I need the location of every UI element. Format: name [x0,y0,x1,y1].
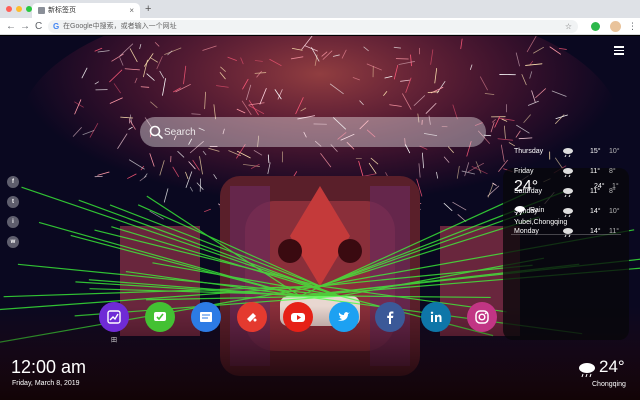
forward-button[interactable]: → [20,20,30,33]
forecast-high: 14° [590,208,601,215]
rain-cloud-icon [579,363,595,378]
window-controls [6,6,32,12]
app-shortcut-label: 田 [110,338,117,344]
address-bar-placeholder: 在Google中搜索，或者输入一个网址 [63,23,177,30]
forecast-day: Sunday [514,208,538,215]
search-icon [149,125,163,139]
forecast-high: 11° [590,188,601,195]
back-button[interactable]: ← [6,20,16,33]
forecast-high: 11° [590,168,601,175]
social-share-column: f t i w [7,176,19,256]
linkedin-shortcut[interactable] [421,302,451,332]
instagram-share-icon[interactable]: i [7,216,19,228]
rain-cloud-icon [563,168,573,177]
tab-new-tab[interactable]: 新标签页 × [32,3,140,18]
weather-panel: 24° 24° 1° Rain Yubei,Chongqing Thursday… [503,148,629,340]
game-controller-shortcut[interactable] [237,302,267,332]
new-tab-page: f t i w 田 12:00 am Friday, March 8, 2019… [0,36,640,400]
app-shortcut-bar: 田 [99,302,499,344]
forecast-row: Friday 11° 8° [514,165,624,179]
stock-chart-shortcut[interactable] [99,302,129,332]
close-window-button[interactable] [6,6,12,12]
rain-cloud-icon [563,188,573,197]
forecast-day: Monday [514,228,539,235]
extension-icon[interactable] [591,22,600,31]
google-icon: G [53,22,60,31]
profile-avatar[interactable] [610,21,621,32]
hamburger-menu-icon[interactable] [614,46,624,55]
browser-toolbar: ← → C G 在Google中搜索，或者输入一个网址 ☆ ⋮ [0,18,640,35]
page-icon [38,7,45,14]
new-tab-button[interactable]: + [145,2,151,16]
rain-cloud-icon [563,208,573,217]
minimize-window-button[interactable] [16,6,22,12]
forecast-day: Saturday [514,188,543,195]
forecast-row: Sunday 14° 10° [514,205,624,219]
forecast-high: 15° [590,148,601,155]
forecast-low: 11° [609,228,620,235]
weather-city: Chongqing [592,381,626,388]
weather-widget[interactable]: 24° Chongqing [577,356,633,390]
bookmark-star-icon[interactable]: ☆ [565,20,572,33]
forecast-row: Thursday 15° 10° [514,145,624,159]
youtube-shortcut[interactable] [283,302,313,332]
check-chat-shortcut[interactable] [145,302,175,332]
forecast-row: Monday 14° 11° [514,225,624,239]
rain-cloud-icon [563,148,573,157]
tab-title: 新标签页 [48,7,76,14]
tab-close-icon[interactable]: × [129,5,134,16]
twitter-share-icon[interactable]: t [7,196,19,208]
address-bar[interactable]: G 在Google中搜索，或者输入一个网址 ☆ [48,20,578,33]
forecast-high: 14° [590,228,601,235]
reload-button[interactable]: C [35,20,42,33]
weibo-share-icon[interactable]: w [7,236,19,248]
rain-cloud-icon [563,228,573,237]
forecast-low: 10° [609,148,620,155]
forecast-day: Thursday [514,148,544,155]
forecast-day: Friday [514,168,534,175]
facebook-share-icon[interactable]: f [7,176,19,188]
facebook-shortcut[interactable] [375,302,405,332]
search-input[interactable] [164,117,464,147]
current-temperature: 24° [599,357,625,376]
search-bar[interactable] [140,117,486,147]
instagram-shortcut[interactable] [467,302,497,332]
browser-menu-icon[interactable]: ⋮ [628,20,637,33]
clock-date: Friday, March 8, 2019 [12,380,80,387]
forecast-low: 10° [609,208,620,215]
forecast-low: 8° [609,168,616,175]
news-shortcut[interactable] [191,302,221,332]
tab-strip: 新标签页 × + [0,0,640,18]
forecast-low: 8° [609,188,616,195]
forecast-row: Saturday 11° 8° [514,185,624,199]
twitter-shortcut[interactable] [329,302,359,332]
clock-time: 12:00 am [11,357,87,377]
